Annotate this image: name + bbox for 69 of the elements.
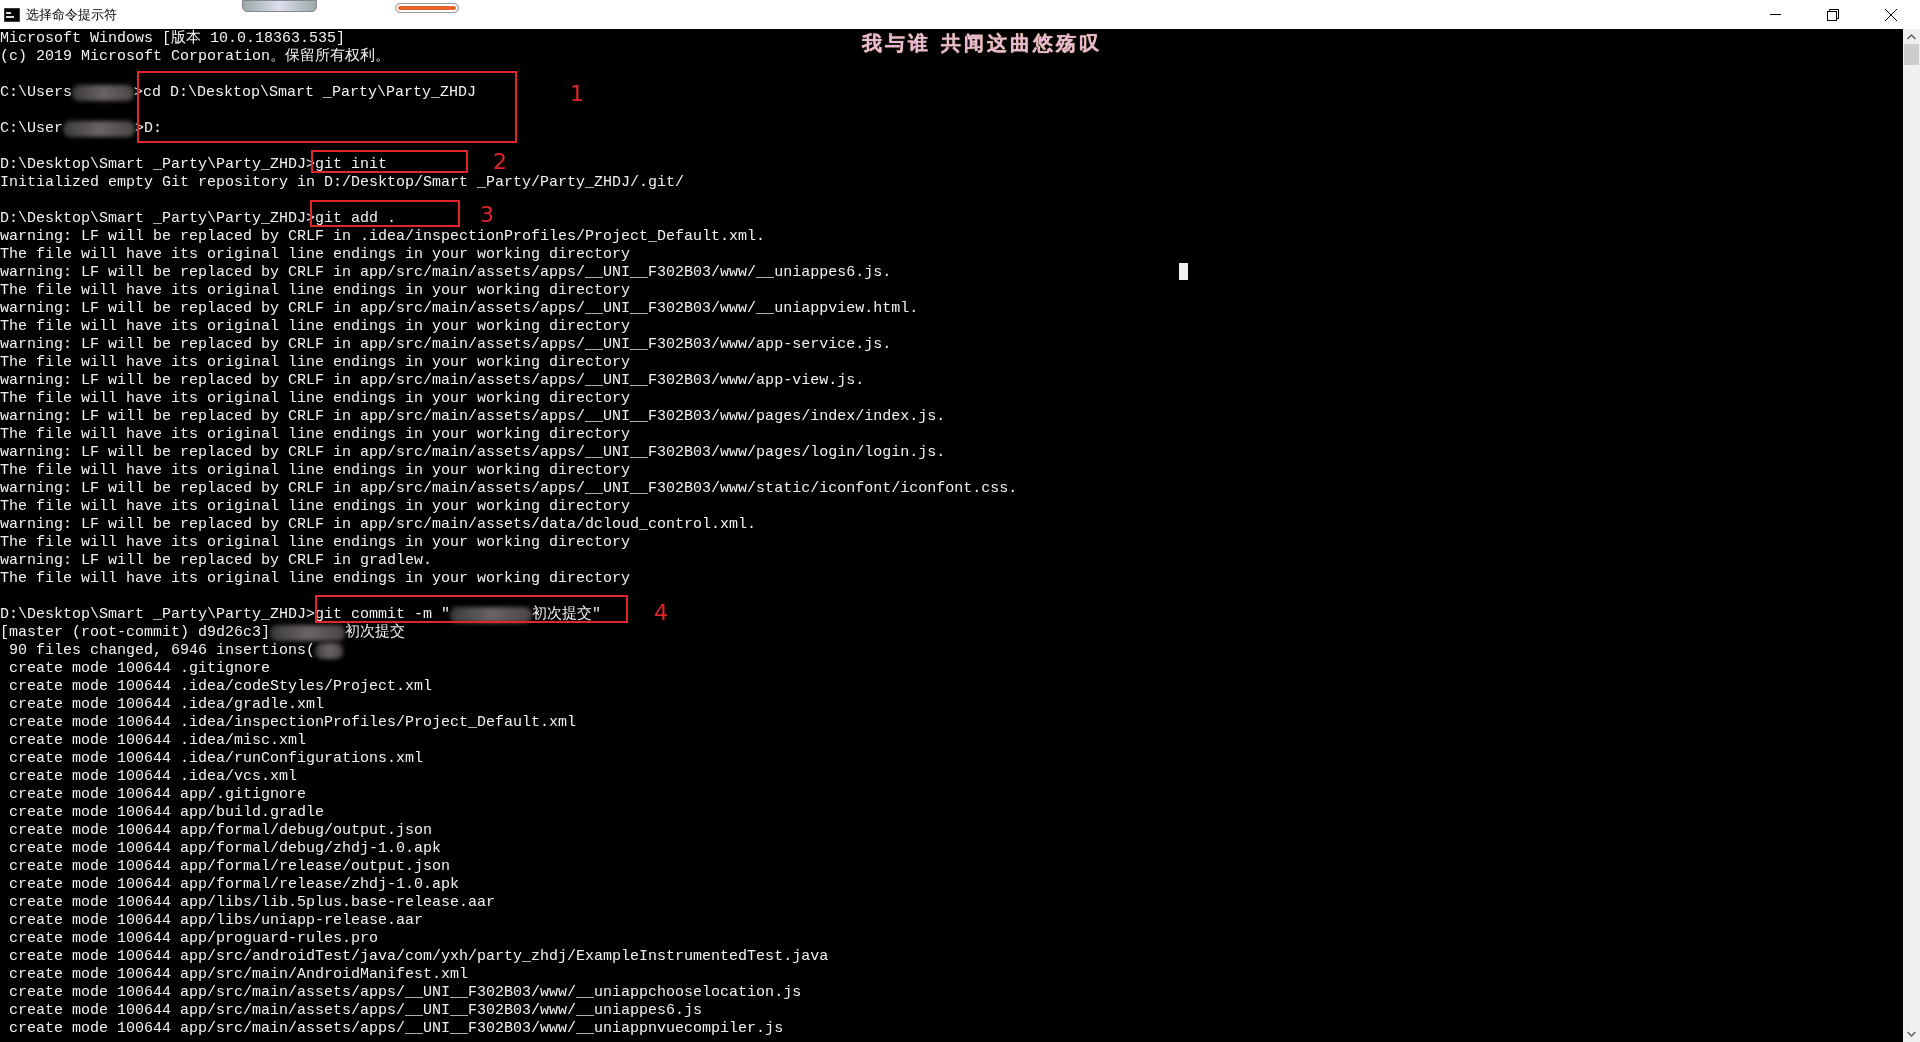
console-text: [master (root-commit) d9d26c3] — [0, 624, 271, 642]
console-line: create mode 100644 .gitignore — [8, 660, 271, 678]
console-line: create mode 100644 app/src/androidTest/java/com/yxh/party_zhdj/ExampleInstrumentedTest.java — [8, 948, 829, 966]
console-line: warning: LF will be replaced by CRLF in app/src/main/assets/apps/__UNI__F302B03/www/__uniappview.html. — [0, 300, 919, 318]
console-line: create mode 100644 .idea/codeStyles/Project.xml — [8, 678, 433, 696]
redaction-blur — [63, 121, 135, 137]
minimize-icon — [1769, 13, 1781, 16]
console-line: warning: LF will be replaced by CRLF in .idea/inspectionProfiles/Project_Default.xml. — [0, 228, 766, 246]
console-line: warning: LF will be replaced by CRLF in app/src/main/assets/apps/__UNI__F302B03/www/app-service.js. — [0, 336, 892, 354]
console-line: warning: LF will be replaced by CRLF in app/src/main/assets/apps/__UNI__F302B03/www/pages/index/index.js. — [0, 408, 946, 426]
console-line: create mode 100644 app/formal/debug/zhdj-1.0.apk — [8, 840, 442, 858]
console-line: create mode 100644 app/libs/lib.5plus.base-release.aar — [8, 894, 496, 912]
console-line: create mode 100644 app/proguard-rules.pro — [8, 930, 379, 948]
console-line: warning: LF will be replaced by CRLF in app/src/main/assets/apps/__UNI__F302B03/www/app-view.js. — [0, 372, 865, 390]
console-line: The file will have its original line endings in your working directory — [0, 354, 631, 372]
console-line: Microsoft Windows [版本 10.0.18363.535] — [0, 30, 346, 48]
console-line: The file will have its original line endings in your working directory — [0, 246, 631, 264]
window-title: 选择命令提示符 — [26, 5, 117, 24]
console-line: create mode 100644 .idea/vcs.xml — [8, 768, 298, 786]
console-text: C:\User — [0, 120, 63, 138]
console-line: create mode 100644 app/src/main/AndroidManifest.xml — [8, 966, 469, 984]
close-icon — [1885, 8, 1897, 21]
console-line: warning: LF will be replaced by CRLF in app/src/main/assets/apps/__UNI__F302B03/www/static/iconfont/iconfont.css. — [0, 480, 1018, 498]
redaction-blur — [315, 643, 344, 659]
console-line: The file will have its original line endings in your working directory — [0, 390, 631, 408]
console-line: create mode 100644 app/.gitignore — [8, 786, 307, 804]
scroll-down-icon[interactable] — [1907, 1031, 1916, 1037]
console-text: 90 files changed, 6946 insertions( — [8, 642, 316, 660]
progress-pill — [395, 3, 459, 13]
console-line: create mode 100644 app/libs/uniapp-release.aar — [8, 912, 424, 930]
scrollbar-thumb[interactable] — [1904, 44, 1919, 65]
console-line: The file will have its original line endings in your working directory — [0, 426, 631, 444]
step-number: 2 — [493, 150, 507, 174]
console-line: create mode 100644 app/src/main/assets/apps/__UNI__F302B03/www/__uniappchooselocation.js — [8, 984, 802, 1002]
console-line: create mode 100644 app/build.gradle — [8, 804, 325, 822]
console-line: create mode 100644 app/formal/debug/output.json — [8, 822, 433, 840]
console-line: (c) 2019 Microsoft Corporation。保留所有权利。 — [0, 48, 391, 66]
console-line: The file will have its original line endings in your working directory — [0, 462, 631, 480]
console-line: create mode 100644 app/src/main/assets/apps/__UNI__F302B03/www/__uniappnvuecompiler.js — [8, 1020, 784, 1038]
console-line: The file will have its original line endings in your working directory — [0, 534, 631, 552]
overlay-caption: 我与谁 共闻这曲悠殇叹 — [862, 30, 1102, 57]
console-text: 初次提交 — [345, 624, 406, 642]
console-line: create mode 100644 app/formal/release/output.json — [8, 858, 451, 876]
console-line: create mode 100644 .idea/gradle.xml — [8, 696, 325, 714]
console-line: create mode 100644 app/src/main/assets/apps/__UNI__F302B03/www/__uniappes6.js — [8, 1002, 703, 1020]
redaction-blur — [72, 85, 134, 101]
text-cursor — [1179, 263, 1188, 280]
console-line: create mode 100644 .idea/inspectionProfiles/Project_Default.xml — [8, 714, 577, 732]
console-line: warning: LF will be replaced by CRLF in app/src/main/assets/apps/__UNI__F302B03/www/__uniappes6.js. — [0, 264, 892, 282]
console-line: Initialized empty Git repository in D:/Desktop/Smart _Party/Party_ZHDJ/.git/ — [0, 174, 685, 192]
console-text: C:\Users — [0, 84, 72, 102]
scroll-up-icon[interactable] — [1907, 34, 1916, 40]
console-line: create mode 100644 .idea/misc.xml — [8, 732, 307, 750]
console-line: The file will have its original line endings in your working directory — [0, 498, 631, 516]
console-line: create mode 100644 .idea/runConfigurations.xml — [8, 750, 424, 768]
console-line: warning: LF will be replaced by CRLF in app/src/main/assets/apps/__UNI__F302B03/www/pages/login/login.js. — [0, 444, 946, 462]
console-line: create mode 100644 app/formal/release/zhdj-1.0.apk — [8, 876, 460, 894]
step-number: 1 — [570, 82, 584, 106]
console-line: The file will have its original line endings in your working directory — [0, 318, 631, 336]
step-number: 3 — [480, 203, 494, 227]
console-line: The file will have its original line endings in your working directory — [0, 282, 631, 300]
step-number: 4 — [654, 601, 668, 625]
console-line: warning: LF will be replaced by CRLF in app/src/main/assets/data/dcloud_control.xml. — [0, 516, 757, 534]
scrollbar[interactable] — [1903, 29, 1920, 1042]
console-line: warning: LF will be replaced by CRLF in gradlew. — [0, 552, 433, 570]
console-text: 初次提交" — [532, 606, 602, 624]
terminal-icon — [4, 7, 20, 22]
console-line: The file will have its original line endings in your working directory — [0, 570, 631, 588]
restore-icon — [1827, 8, 1839, 21]
